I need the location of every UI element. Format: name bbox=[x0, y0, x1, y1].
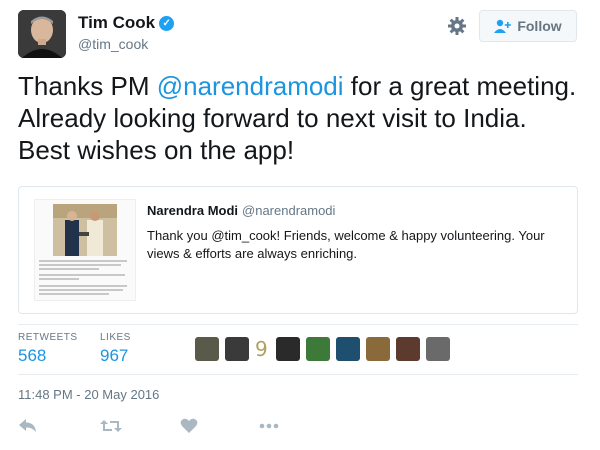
likes-count: 967 bbox=[100, 346, 129, 365]
like-button[interactable] bbox=[180, 415, 198, 437]
gear-icon[interactable] bbox=[447, 16, 467, 36]
retweets-stat[interactable]: RETWEETS 568 bbox=[18, 332, 78, 366]
quoted-tweet[interactable]: Narendra Modi @narendramodi Thank you @ti… bbox=[18, 186, 578, 314]
retweets-count: 568 bbox=[18, 346, 47, 365]
liker-avatar[interactable] bbox=[335, 337, 360, 361]
thumbnail-text-line bbox=[39, 293, 109, 295]
liker-avatar-nine[interactable]: 9 bbox=[255, 337, 268, 361]
liker-avatars: 9 bbox=[195, 337, 456, 361]
thumbnail-text-line bbox=[39, 278, 79, 280]
author-handle[interactable]: @tim_cook bbox=[78, 36, 148, 52]
more-icon bbox=[259, 423, 279, 429]
like-icon bbox=[180, 418, 198, 433]
author-avatar[interactable] bbox=[18, 10, 66, 58]
thumbnail-text-line bbox=[39, 268, 99, 270]
quoted-author-name[interactable]: Narendra Modi bbox=[147, 203, 238, 218]
author-name[interactable]: Tim Cook bbox=[78, 13, 155, 33]
liker-avatar[interactable] bbox=[425, 337, 450, 361]
verified-badge-icon: ✓ bbox=[159, 15, 175, 31]
tweet-text-part: Thanks PM bbox=[18, 71, 157, 101]
liker-avatar[interactable] bbox=[365, 337, 390, 361]
tweet-text: Thanks PM @narendramodi for a great meet… bbox=[18, 70, 583, 166]
follow-button[interactable]: Follow bbox=[479, 10, 577, 42]
thumbnail-text-line bbox=[39, 274, 125, 276]
thumbnail-text-line bbox=[39, 260, 127, 262]
author-photo bbox=[18, 10, 66, 58]
quoted-author-row: Narendra Modi @narendramodi bbox=[147, 203, 335, 218]
retweet-icon bbox=[100, 420, 122, 432]
meeting-photo bbox=[53, 204, 117, 256]
person-add-icon bbox=[494, 19, 512, 33]
thumbnail-text-line bbox=[39, 285, 127, 287]
follow-button-label: Follow bbox=[517, 18, 562, 34]
liker-avatar[interactable] bbox=[225, 337, 249, 361]
reply-button[interactable] bbox=[18, 415, 38, 437]
reply-icon bbox=[19, 419, 36, 432]
thumbnail-text-line bbox=[39, 289, 123, 291]
divider bbox=[18, 374, 578, 375]
retweet-button[interactable] bbox=[100, 415, 122, 437]
quoted-tweet-text: Thank you @tim_cook! Friends, welcome & … bbox=[147, 228, 545, 261]
retweets-label: RETWEETS bbox=[18, 332, 78, 343]
quoted-tweet-thumbnail bbox=[34, 199, 136, 301]
liker-avatar[interactable] bbox=[395, 337, 420, 361]
liker-avatar[interactable] bbox=[275, 337, 300, 361]
quoted-author-handle[interactable]: @narendramodi bbox=[242, 203, 335, 218]
divider bbox=[18, 324, 578, 325]
liker-avatar[interactable] bbox=[195, 337, 219, 361]
tweet-timestamp[interactable]: 11:48 PM - 20 May 2016 bbox=[18, 387, 159, 402]
author-name-row: Tim Cook ✓ bbox=[78, 13, 175, 33]
liker-avatar[interactable] bbox=[305, 337, 330, 361]
likes-label: LIKES bbox=[100, 332, 131, 343]
likes-stat[interactable]: LIKES 967 bbox=[100, 332, 131, 366]
mention-link[interactable]: @narendramodi bbox=[157, 71, 344, 101]
thumbnail-text-line bbox=[39, 264, 121, 266]
more-options-button[interactable] bbox=[259, 415, 279, 437]
